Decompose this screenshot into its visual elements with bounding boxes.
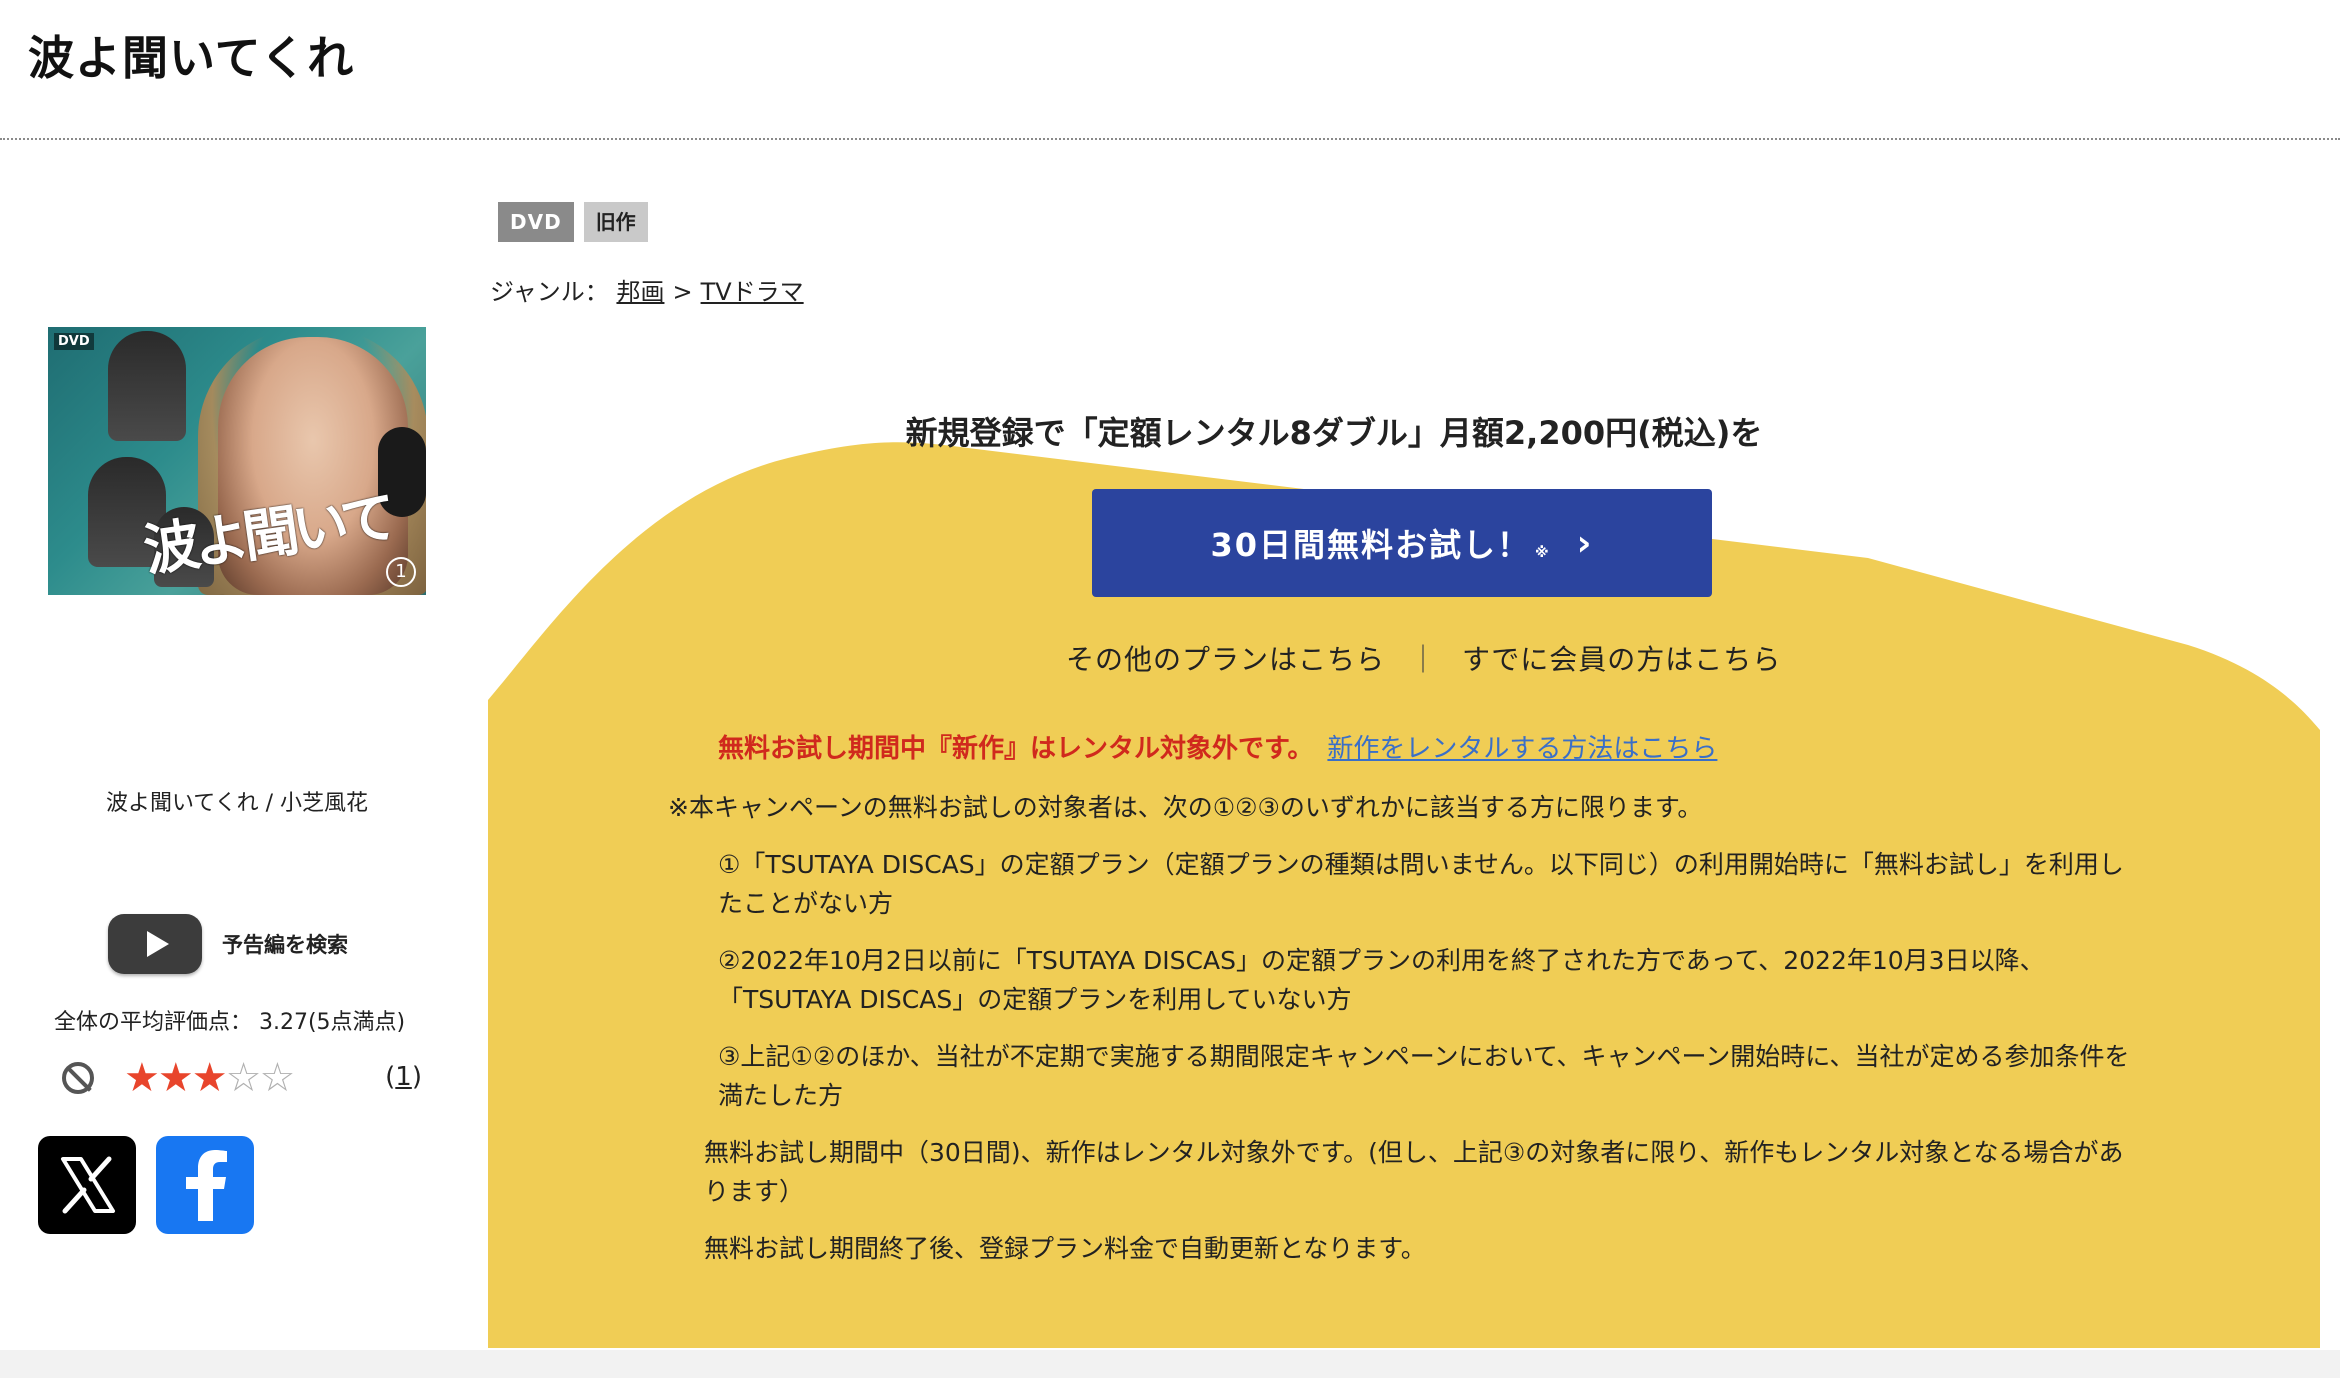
trailer-search[interactable]: 予告編を検索 [108,914,348,974]
chevron-right-icon: › [1576,522,1594,564]
cover-disc-number: 1 [386,557,416,587]
breadcrumb-separator: > [672,278,693,306]
x-share-button[interactable] [38,1136,136,1234]
star-full-icon: ★ [191,1055,228,1101]
prohibited-icon[interactable] [62,1062,94,1094]
member-login-link[interactable]: すでに会員の方はこちら [1462,643,1781,676]
page-title: 波よ聞いてくれ [28,31,355,85]
item-caption: 波よ聞いてくれ / 小芝風花 [105,791,369,816]
plan-links-separator: ｜ [1409,643,1439,676]
trailer-search-label[interactable]: 予告編を検索 [222,929,348,959]
star-empty-icon: ☆ [259,1055,295,1101]
star-full-icon: ★ [157,1055,194,1101]
terms-intro: ※本キャンペーンの無料お試しの対象者は、次の①②③のいずれかに該当する方に限りま… [668,793,1703,822]
bottom-bar [0,1350,2340,1378]
rating-row: ★★★☆☆ (1) [62,1054,422,1102]
genre-link-movies[interactable]: 邦画 [616,278,664,306]
campaign-terms: ※本キャンペーンの無料お試しの対象者は、次の①②③のいずれかに該当する方に限りま… [668,788,2148,1286]
average-rating: 全体の平均評価点： 3.27(5点満点) [54,1010,406,1035]
x-logo-icon [61,1156,115,1214]
terms-condition: ③上記①②のほか、当社が不定期で実施する期間限定キャンペーンにおいて、キャンペー… [718,1042,2130,1110]
header-divider [0,138,2340,140]
new-release-rental-link[interactable]: 新作をレンタルする方法はこちら [1327,734,1717,764]
terms-note: 無料お試し期間中（30日間)、新作はレンタル対象外です。(但し、上記③の対象者に… [704,1138,2124,1206]
facebook-logo-icon [186,1150,227,1221]
free-trial-button-label: 30日間無料お試し！ [1210,526,1532,564]
cover-dvd-mark: DVD [54,333,94,350]
star-empty-icon: ☆ [225,1055,262,1101]
genre-label: ジャンル： [490,278,609,306]
review-count[interactable]: (1) [385,1062,422,1092]
release-badge: 旧作 [583,202,648,242]
terms-condition: ②2022年10月2日以前に「TSUTAYA DISCAS」の定額プランの利用を… [718,946,2045,1014]
warning-text: 無料お試し期間中『新作』はレンタル対象外です。 [718,734,1314,764]
review-count-link[interactable]: 1 [395,1062,412,1092]
terms-condition: ①「TSUTAYA DISCAS」の定額プラン（定額プランの種類は問いません。以… [718,850,2124,918]
campaign-headline-text: 新規登録で「定額レンタル8ダブル」月額2,200円(税込)を [905,414,1763,452]
genre-link-tv-drama[interactable]: TVドラマ [701,278,804,306]
rating-stars: ★★★☆☆ [124,1054,295,1102]
facebook-share-button[interactable] [156,1136,254,1234]
cover-title-art: 波よ聞いてくれ [139,484,395,595]
format-badge: DVD [498,202,574,242]
genre-breadcrumb: ジャンル： 邦画 > TVドラマ [490,272,804,307]
youtube-play-icon[interactable] [108,914,202,974]
star-full-icon: ★ [124,1055,160,1101]
free-trial-note-mark: ※ [1535,545,1551,561]
other-plans-link[interactable]: その他のプランはこちら [1066,643,1385,676]
cover-image[interactable]: DVD 波よ聞いてくれ 1 [48,327,426,595]
free-trial-button[interactable]: 30日間無料お試し！ ※ › [1092,489,1712,597]
plan-links: その他のプランはこちら ｜ すでに会員の方はこちら [1066,638,1781,678]
campaign-headline: 新規登録で「定額レンタル8ダブル」月額2,200円(税込)を [0,408,2340,454]
terms-note: 無料お試し期間終了後、登録プラン料金で自動更新となります。 [704,1234,1426,1263]
new-release-warning: 無料お試し期間中『新作』はレンタル対象外です。 新作をレンタルする方法はこちら [718,728,1717,765]
badges: DVD 旧作 [498,202,648,242]
